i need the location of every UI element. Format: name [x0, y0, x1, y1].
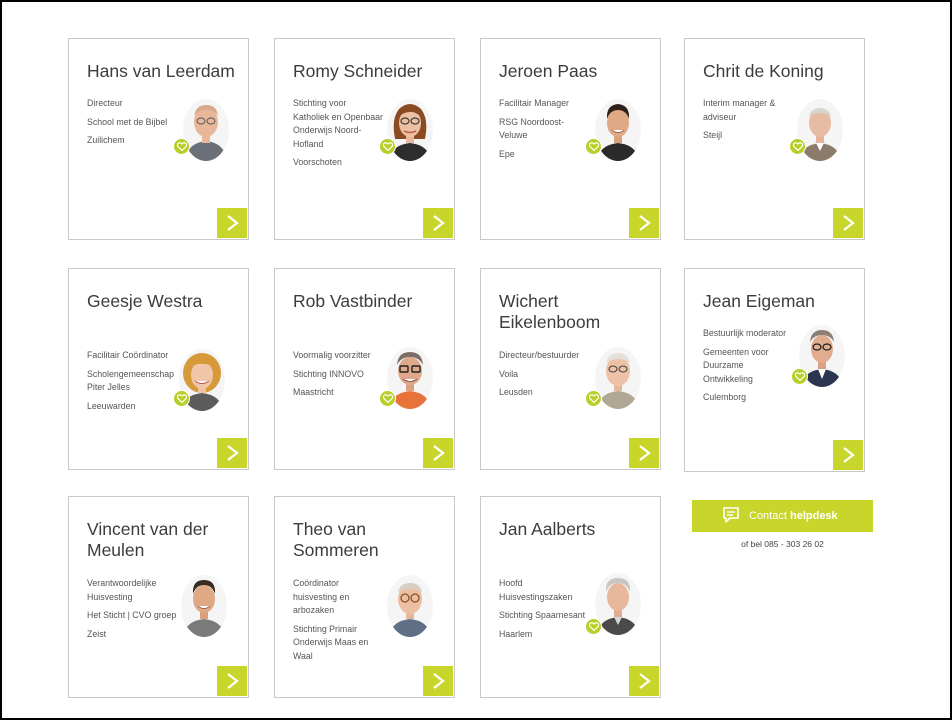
card-hans-van-leerdam[interactable]: Hans van Leerdam Directeur School met de… [68, 38, 249, 240]
card-arrow-button[interactable] [629, 666, 659, 696]
card-role: Coördinator huisvesting en arbozaken [293, 578, 350, 616]
card-theo-van-sommeren[interactable]: Theo van Sommeren Coördinator huisvestin… [274, 496, 455, 698]
card-arrow-button[interactable] [217, 208, 247, 238]
avatar [387, 575, 433, 637]
card-organization: Het Sticht | CVO groep [87, 610, 177, 621]
card-organization: Stichting Primair Onderwijs Maas en Waal [293, 623, 369, 661]
card-role: Verantwoordelijke Huisvesting [87, 578, 157, 602]
card-role: Directeur [87, 98, 123, 108]
chevron-right-icon [227, 673, 239, 689]
card-name: Wichert Eikelenboom [499, 291, 601, 332]
card-role: Bestuurlijk moderator [703, 328, 787, 338]
card-arrow-button[interactable] [629, 208, 659, 238]
card-organization: Gemeenten voor Duurzame Ontwikkeling [703, 346, 769, 384]
avatar [595, 99, 641, 161]
card-rob-vastbinder[interactable]: Rob Vastbinder Voormalig voorzitter Stic… [274, 268, 455, 470]
card-romy-schneider[interactable]: Romy Schneider Stichting voor Katholiek … [274, 38, 455, 240]
card-location: Epe [499, 148, 515, 159]
card-vincent-van-der-meulen[interactable]: Vincent van der Meulen Verantwoordelijke… [68, 496, 249, 698]
chevron-right-icon [843, 215, 855, 231]
chevron-right-icon [433, 673, 445, 689]
card-jeroen-paas[interactable]: Jeroen Paas Facilitair Manager RSG Noord… [480, 38, 661, 240]
card-name: Geesje Westra [87, 291, 203, 311]
card-organization: Scholengemeenschap Piter Jelles [87, 368, 175, 393]
card-organization: Stichting INNOVO [293, 368, 364, 379]
card-location: Zuilichem [87, 135, 125, 146]
chevron-right-icon [843, 447, 855, 463]
heart-badge-icon [585, 390, 602, 407]
helpdesk-phone-text: of bel 085 - 303 26 02 [741, 539, 824, 549]
card-name: Jeroen Paas [499, 61, 598, 81]
avatar [183, 99, 229, 161]
chevron-right-icon [433, 215, 445, 231]
card-organization: Stichting Spaarnesant [499, 610, 586, 621]
card-role: Voormalig voorzitter [293, 350, 371, 360]
card-chrit-de-koning[interactable]: Chrit de Koning Interim manager & advise… [684, 38, 865, 240]
chevron-right-icon [639, 215, 651, 231]
heart-badge-icon [789, 138, 806, 155]
helpdesk-label: Contact helpdesk [749, 510, 838, 522]
card-name: Hans van Leerdam [87, 61, 235, 81]
card-name: Rob Vastbinder [293, 291, 413, 311]
chat-bubble-icon [723, 507, 739, 523]
card-location: Culemborg [703, 392, 747, 403]
card-role: Interim manager & adviseur [703, 98, 776, 122]
card-arrow-button[interactable] [423, 208, 453, 238]
chevron-right-icon [639, 673, 651, 689]
card-jean-eigeman[interactable]: Jean Eigeman Bestuurlijk moderator Gemee… [684, 268, 865, 472]
card-location: Leeuwarden [87, 400, 136, 411]
contact-helpdesk-button[interactable]: Contact helpdesk [692, 500, 873, 532]
card-organization: Voila [499, 368, 519, 379]
card-wichert-eikelenboom[interactable]: Wichert Eikelenboom Directeur/bestuurder… [480, 268, 661, 470]
card-arrow-button[interactable] [217, 438, 247, 468]
card-role: Hoofd Huisvestingszaken [499, 578, 573, 602]
card-location: Leusden [499, 387, 533, 398]
card-role: Facilitair Coördinator [87, 350, 169, 360]
card-name: Jan Aalberts [499, 519, 596, 539]
card-organization: School met de Bijbel [87, 116, 168, 127]
heart-badge-icon [585, 618, 602, 635]
card-name: Vincent van der Meulen [87, 519, 209, 560]
card-location: Voorschoten [293, 157, 342, 168]
card-name: Chrit de Koning [703, 61, 824, 81]
card-arrow-button[interactable] [833, 440, 863, 470]
card-organization: Stichting voor Katholiek en Openbaar Ond… [293, 98, 383, 149]
card-location: Steijl [703, 130, 723, 141]
heart-badge-icon [173, 138, 190, 155]
chevron-right-icon [639, 445, 651, 461]
card-role: Directeur/bestuurder [499, 350, 580, 360]
chevron-right-icon [227, 445, 239, 461]
card-geesje-westra[interactable]: Geesje Westra Facilitair Coördinator Sch… [68, 268, 249, 470]
card-arrow-button[interactable] [217, 666, 247, 696]
chevron-right-icon [433, 445, 445, 461]
card-name: Theo van Sommeren [293, 519, 379, 560]
heart-badge-icon [585, 138, 602, 155]
card-location: Maastricht [293, 387, 334, 398]
card-location: Zeist [87, 628, 107, 639]
card-arrow-button[interactable] [833, 208, 863, 238]
card-location: Haarlem [499, 628, 533, 639]
card-arrow-button[interactable] [629, 438, 659, 468]
card-role: Facilitair Manager [499, 98, 569, 108]
card-organization: RSG Noordoost-Veluwe [499, 116, 565, 141]
avatar [181, 575, 227, 637]
heart-badge-icon [791, 368, 808, 385]
heart-badge-icon [173, 390, 190, 407]
heart-badge-icon [379, 390, 396, 407]
card-name: Romy Schneider [293, 61, 423, 81]
chevron-right-icon [227, 215, 239, 231]
heart-badge-icon [379, 138, 396, 155]
card-arrow-button[interactable] [423, 438, 453, 468]
card-jan-aalberts[interactable]: Jan Aalberts Hoofd Huisvestingszaken Sti… [480, 496, 661, 698]
card-name: Jean Eigeman [703, 291, 815, 311]
card-arrow-button[interactable] [423, 666, 453, 696]
